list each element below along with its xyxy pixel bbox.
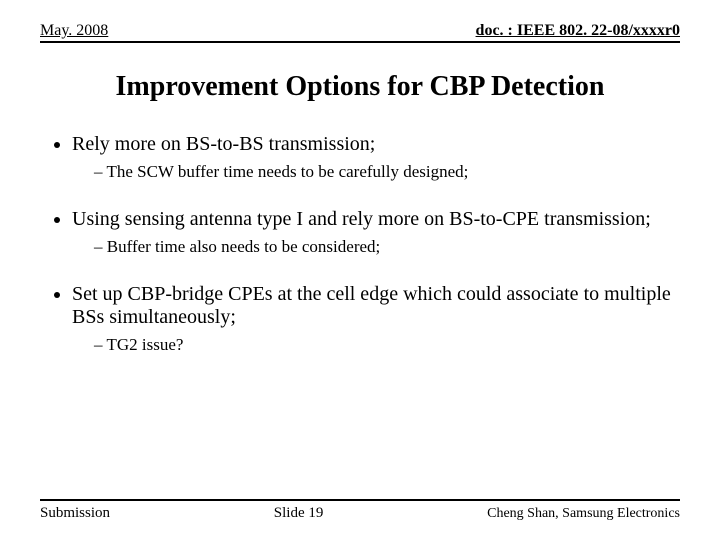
slide-page: May. 2008 doc. : IEEE 802. 22-08/xxxxr0 … bbox=[0, 0, 720, 540]
footer-row: Submission Slide 19 Cheng Shan, Samsung … bbox=[40, 501, 680, 522]
sub-item: TG2 issue? bbox=[94, 335, 674, 355]
bullet-text: Set up CBP-bridge CPEs at the cell edge … bbox=[72, 283, 671, 328]
header-date: May. 2008 bbox=[40, 22, 108, 40]
slide-content: Rely more on BS-to-BS transmission; The … bbox=[40, 133, 680, 495]
slide-footer: Submission Slide 19 Cheng Shan, Samsung … bbox=[40, 495, 680, 522]
footer-author: Cheng Shan, Samsung Electronics bbox=[487, 506, 680, 522]
bullet-list: Rely more on BS-to-BS transmission; The … bbox=[46, 133, 674, 355]
list-item: Rely more on BS-to-BS transmission; The … bbox=[72, 133, 674, 182]
list-item: Using sensing antenna type I and rely mo… bbox=[72, 208, 674, 257]
bullet-text: Rely more on BS-to-BS transmission; bbox=[72, 133, 375, 155]
list-item: Set up CBP-bridge CPEs at the cell edge … bbox=[72, 283, 674, 355]
sub-item: Buffer time also needs to be considered; bbox=[94, 237, 674, 257]
sub-list: TG2 issue? bbox=[72, 335, 674, 355]
slide-header: May. 2008 doc. : IEEE 802. 22-08/xxxxr0 bbox=[40, 22, 680, 43]
sub-list: The SCW buffer time needs to be carefull… bbox=[72, 162, 674, 182]
header-docref: doc. : IEEE 802. 22-08/xxxxr0 bbox=[476, 22, 680, 40]
footer-slide-number: Slide 19 bbox=[274, 505, 324, 522]
slide-title: Improvement Options for CBP Detection bbox=[40, 71, 680, 103]
bullet-text: Using sensing antenna type I and rely mo… bbox=[72, 208, 651, 230]
sub-list: Buffer time also needs to be considered; bbox=[72, 237, 674, 257]
sub-item: The SCW buffer time needs to be carefull… bbox=[94, 162, 674, 182]
footer-left: Submission bbox=[40, 505, 110, 522]
